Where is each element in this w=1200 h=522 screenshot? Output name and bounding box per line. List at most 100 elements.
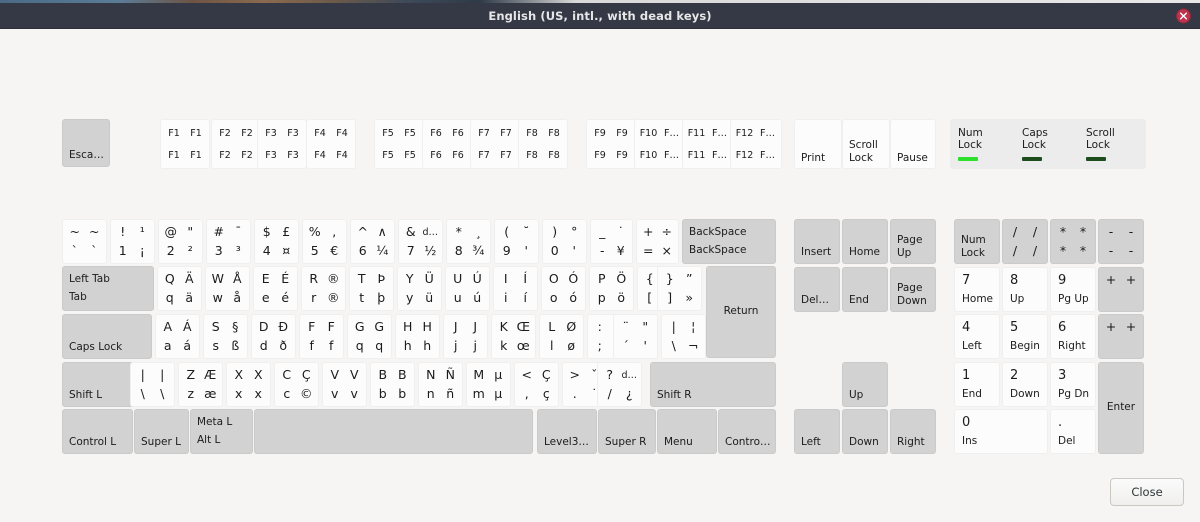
key-minus[interactable]: _ ˙ - ¥ <box>590 219 633 264</box>
key-numpad-divide[interactable]: / / / / <box>1002 219 1048 264</box>
key-f3[interactable]: F3 F3 F3 F3 <box>257 119 307 169</box>
key-numpad-6[interactable]: 6 Right <box>1050 314 1096 359</box>
key-u[interactable]: UÚuú <box>445 266 490 311</box>
key-numpad-subtract[interactable]: ---- <box>1098 219 1144 264</box>
key-numpad-9[interactable]: 9 Pg Up <box>1050 267 1096 312</box>
key-f9[interactable]: F9 F9 F9 F9 <box>586 119 636 169</box>
key-f12[interactable]: F12 F… F12 F… <box>730 119 782 169</box>
key-arrow-down[interactable]: Down <box>842 409 888 454</box>
key-o[interactable]: OÓoó <box>541 266 586 311</box>
key-numpad-1[interactable]: 1 End <box>954 362 1000 407</box>
key-numpad-8[interactable]: 8 Up <box>1002 267 1048 312</box>
key-backslash[interactable]: | ¦ \ ¬ <box>661 314 706 359</box>
key-x[interactable]: XXxx <box>226 362 271 407</box>
key-1[interactable]: ! ¹ 1 ¡ <box>110 219 155 264</box>
key-j[interactable]: JJjj <box>443 314 488 359</box>
key-super-right[interactable]: Super R <box>598 409 656 454</box>
key-b[interactable]: BBbb <box>370 362 415 407</box>
key-e[interactable]: EÉeé <box>253 266 298 311</box>
key-arrow-right[interactable]: Right <box>890 409 936 454</box>
key-numpad-5[interactable]: 5 Begin <box>1002 314 1048 359</box>
key-pause[interactable]: Pause <box>890 119 936 169</box>
key-m[interactable]: Mµmµ <box>466 362 511 407</box>
key-caps-lock[interactable]: Caps Lock <box>62 314 152 359</box>
key-apostrophe[interactable]: ¨ " ´ ' <box>613 314 658 359</box>
key-numpad-add-lower[interactable]: + + <box>1098 314 1144 359</box>
key-a[interactable]: AÁaá <box>155 314 200 359</box>
key-2[interactable]: @ " 2 ² <box>158 219 203 264</box>
key-f2[interactable]: F2 F2 F2 F2 <box>211 119 261 169</box>
key-z[interactable]: ZÆzæ <box>178 362 223 407</box>
key-numpad-3[interactable]: 3 Pg Dn <box>1050 362 1096 407</box>
close-button[interactable]: Close <box>1110 478 1184 506</box>
key-return[interactable]: Return <box>706 266 776 358</box>
key-7[interactable]: & d… 7 ½ <box>398 219 443 264</box>
key-9[interactable]: (˘ 9 ' <box>494 219 539 264</box>
key-numpad-2[interactable]: 2 Down <box>1002 362 1048 407</box>
key-alt-left[interactable]: Meta L Alt L <box>190 409 253 454</box>
key-numpad-multiply[interactable]: * * * * <box>1050 219 1096 264</box>
key-numpad-4[interactable]: 4 Left <box>954 314 1000 359</box>
key-f1[interactable]: F1 F1 F1 F1 <box>160 119 210 169</box>
key-delete[interactable]: Delete <box>794 267 840 312</box>
key-3[interactable]: # ¯ 3 ³ <box>206 219 251 264</box>
key-0[interactable]: ) ° 0 ' <box>542 219 587 264</box>
key-numpad-0[interactable]: 0 Ins <box>954 409 1048 454</box>
key-shift-left[interactable]: Shift L <box>62 362 134 407</box>
key-k[interactable]: KŒkœ <box>491 314 536 359</box>
key-p[interactable]: PÖpö <box>589 266 634 311</box>
key-i[interactable]: IÍií <box>493 266 538 311</box>
key-c[interactable]: C Çc © <box>274 362 319 407</box>
key-numpad-add[interactable]: + + <box>1098 267 1144 312</box>
key-s[interactable]: S § s ß <box>203 314 248 359</box>
key-less-greater[interactable]: | | \ \ <box>130 362 175 407</box>
key-menu[interactable]: Menu <box>657 409 717 454</box>
key-g[interactable]: GGqq <box>347 314 392 359</box>
key-page-up[interactable]: Page Up <box>890 219 936 264</box>
key-4[interactable]: $ £4 ¤ <box>254 219 299 264</box>
key-control-left[interactable]: Control L <box>62 409 133 454</box>
key-comma[interactable]: < Ç, ç <box>514 362 559 407</box>
key-f11[interactable]: F11 F… F11 F… <box>682 119 734 169</box>
key-arrow-up[interactable]: Up <box>842 362 888 407</box>
key-y[interactable]: YÜyü <box>397 266 442 311</box>
key-numpad-decimal[interactable]: . Del <box>1050 409 1096 454</box>
key-arrow-left[interactable]: Left <box>794 409 840 454</box>
key-f4[interactable]: F4 F4 F4 F4 <box>306 119 356 169</box>
key-control-right[interactable]: Control R <box>718 409 776 454</box>
key-l[interactable]: LØlø <box>539 314 584 359</box>
key-super-left[interactable]: Super L <box>134 409 189 454</box>
key-slash[interactable]: ? d… / ¿ <box>597 362 642 407</box>
key-f6[interactable]: F6 F6 F6 F6 <box>422 119 472 169</box>
key-t[interactable]: TÞtþ <box>349 266 394 311</box>
key-page-down[interactable]: Page Down <box>890 267 936 312</box>
key-d[interactable]: DÐdð <box>251 314 296 359</box>
key-h[interactable]: HHhh <box>395 314 440 359</box>
key-v[interactable]: VVvv <box>322 362 367 407</box>
key-8[interactable]: * ¸ 8 ¾ <box>446 219 491 264</box>
key-backspace[interactable]: BackSpace BackSpace <box>682 219 776 264</box>
key-escape[interactable]: Escape <box>62 119 110 167</box>
key-numpad-7[interactable]: 7 Home <box>954 267 1000 312</box>
key-print[interactable]: Print <box>794 119 842 169</box>
key-f5[interactable]: F5 F5 F5 F5 <box>374 119 424 169</box>
key-tab[interactable]: Left Tab Tab <box>62 266 154 311</box>
key-grave[interactable]: ~ ~ ` ` <box>62 219 107 264</box>
key-f[interactable]: FFff <box>299 314 344 359</box>
key-q[interactable]: QÄqä <box>157 266 202 311</box>
close-icon[interactable] <box>1176 8 1191 23</box>
key-level3-shift[interactable]: Level3 S… <box>537 409 597 454</box>
key-bracketright[interactable]: } ”] » <box>657 266 702 311</box>
key-shift-right[interactable]: Shift R <box>650 362 776 407</box>
key-n[interactable]: NÑnñ <box>418 362 463 407</box>
key-6[interactable]: ^ ∧ 6 ¼ <box>350 219 395 264</box>
key-numpad-enter[interactable]: Enter <box>1098 362 1144 454</box>
key-space[interactable] <box>254 409 533 454</box>
key-f7[interactable]: F7 F7 F7 F7 <box>470 119 520 169</box>
key-end[interactable]: End <box>842 267 888 312</box>
key-home[interactable]: Home <box>842 219 888 264</box>
key-f10[interactable]: F10 F… F10 F… <box>634 119 686 169</box>
key-w[interactable]: WÅwå <box>205 266 250 311</box>
key-num-lock[interactable]: Num Lock <box>954 219 1000 264</box>
key-5[interactable]: %, 5 € <box>302 219 347 264</box>
